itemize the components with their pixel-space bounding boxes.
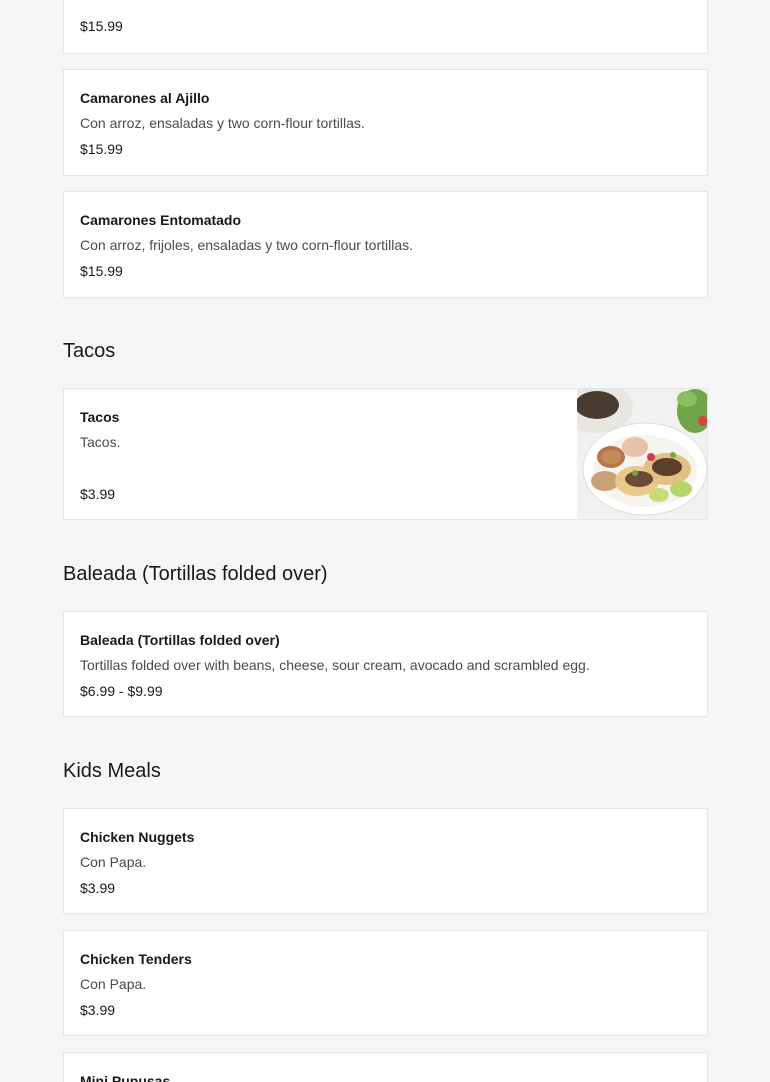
item-name: Camarones al Ajillo [80, 90, 210, 106]
section-title: Kids Meals [63, 760, 161, 782]
menu-item-card[interactable]: Chicken Tenders Con Papa. $3.99 [63, 930, 708, 1036]
item-description: Con arroz, ensaladas y two corn-flour to… [80, 115, 365, 131]
menu-item-card[interactable]: Camarones al Ajillo Con arroz, ensaladas… [63, 69, 708, 176]
menu-item-card[interactable]: Baleada (Tortillas folded over) Tortilla… [63, 611, 708, 717]
item-name: Baleada (Tortillas folded over) [80, 632, 280, 648]
menu-item-card[interactable]: Camarones Entomatado Con arroz, frijoles… [63, 191, 708, 298]
menu-page: $15.99 Camarones al Ajillo Con arroz, en… [0, 0, 770, 1082]
menu-item-card[interactable]: Chicken Nuggets Con Papa. $3.99 [63, 808, 708, 914]
item-name: Camarones Entomatado [80, 212, 242, 228]
menu-item-card[interactable]: Tacos Tacos. $3.99 [63, 388, 708, 520]
item-description: Tacos. [80, 434, 121, 450]
item-price: $15.99 [80, 18, 123, 34]
section-title: Baleada (Tortillas folded over) [63, 563, 328, 585]
item-description: Con Papa. [80, 976, 147, 992]
section-title: Tacos [63, 340, 116, 362]
menu-item-card[interactable]: $15.99 [63, 0, 708, 54]
item-name: Mini Pupusas [80, 1073, 171, 1082]
item-name: Chicken Tenders [80, 951, 192, 967]
item-price: $3.99 [80, 1002, 116, 1018]
item-description: Con Papa. [80, 854, 147, 870]
item-price: $15.99 [80, 263, 123, 279]
item-description: Con arroz, frijoles, ensaladas y two cor… [80, 237, 414, 253]
tacos-plate-photo [557, 389, 707, 519]
item-price: $15.99 [80, 141, 123, 157]
item-price: $3.99 [80, 486, 116, 502]
item-description: Tortillas folded over with beans, cheese… [80, 657, 590, 673]
item-name: Tacos [80, 409, 120, 425]
item-price: $3.99 [80, 880, 116, 896]
item-price: $6.99 - $9.99 [80, 683, 163, 699]
menu-item-card[interactable]: Mini Pupusas [63, 1052, 708, 1082]
item-name: Chicken Nuggets [80, 829, 195, 845]
